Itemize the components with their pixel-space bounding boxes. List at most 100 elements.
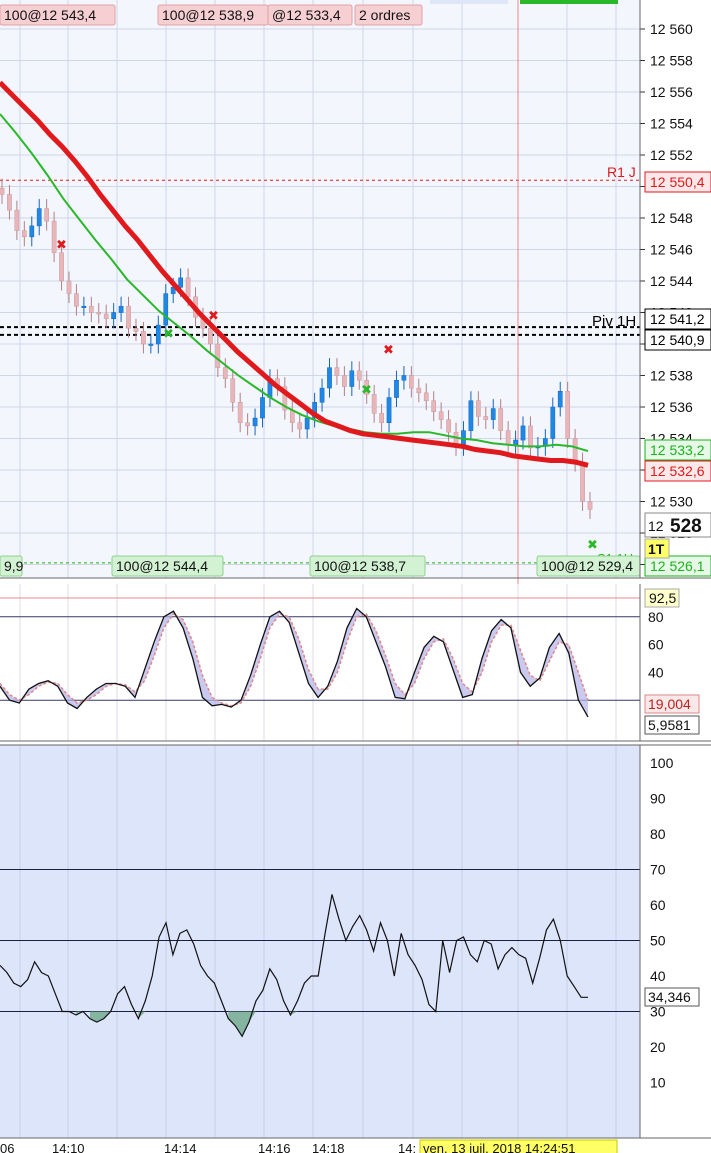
trade-signal-marker: ✖ [383,343,394,358]
price-tag-label: 12 533,2 [650,442,705,458]
candle [587,501,593,510]
candle [394,379,399,398]
candle [446,419,451,433]
candle [7,194,12,211]
candle [468,400,474,431]
rsi-tick-label: 40 [650,968,666,984]
candle [103,313,109,320]
candle [379,413,384,423]
candle [327,367,332,389]
rsi-tick-label: 60 [650,897,666,913]
rsi-tick-label: 50 [650,933,666,949]
order-label[interactable]: @12 533,4 [272,7,341,23]
candle [133,328,139,332]
top-edge-tab-green [520,0,618,4]
price-tick-label: 12 536 [650,399,693,415]
candle [66,280,72,294]
candle [0,187,5,195]
candle [36,208,42,227]
candle [96,312,102,315]
candle [222,367,228,379]
order-label[interactable]: 100@12 543,4 [4,7,96,23]
candle [118,305,124,313]
price-tick-label: 12 548 [650,210,693,226]
candle [155,324,161,345]
candle [289,409,295,423]
price-tag-label: 12 541,2 [650,311,705,327]
time-tick-label: 14:10 [52,1141,85,1153]
time-tick-label: 14:16 [258,1141,291,1153]
order-label[interactable]: 100@12 538,9 [162,7,254,23]
price-tick-label: 12 556 [650,84,693,100]
candle [304,417,310,430]
candle [208,328,213,345]
candle [401,375,407,381]
rsi-panel[interactable]: 10090807060504030201034,346 [0,744,711,1138]
candle [178,277,183,288]
price-tag-label: 12 550,4 [650,174,705,190]
current-price-prefix: 12 [648,518,664,534]
candle [505,430,511,446]
price-tag-label: 12 526,1 [650,558,705,574]
candle [81,305,87,308]
price-tick-label: 12 560 [650,21,693,37]
candle [476,400,481,417]
candle [356,370,362,381]
candle [334,367,340,376]
price-tick-label: 12 544 [650,273,693,289]
order-label[interactable]: 100@12 538,7 [314,558,406,574]
candle [29,225,35,238]
candle [319,387,325,403]
trade-signal-marker: ✖ [208,309,219,324]
candle [44,208,50,222]
candle [520,425,526,441]
time-axis: 06 14:10 14:14 14:16 14:18 14: ven. 13 juil. 2… [0,1137,711,1153]
stoch-tick-label: 60 [648,637,664,653]
candle [409,375,414,389]
time-tick-label: 14:18 [312,1141,345,1153]
candle [423,392,429,401]
order-label[interactable]: 100@12 529,4 [541,558,633,574]
timeframe-badge[interactable]: 1T [648,541,665,557]
order-label[interactable]: 2 ordres [359,7,410,23]
trade-signal-marker: ✖ [361,383,372,398]
candle [490,408,496,420]
candle [557,391,563,408]
rsi-tick-label: 90 [650,791,666,807]
price-tag-label: 12 540,9 [650,332,705,348]
candle [580,461,585,502]
candle [297,422,303,430]
candle [550,406,556,439]
candle [565,391,571,439]
candle [528,425,533,449]
candle [438,411,444,420]
candle [141,331,146,345]
stoch-tag-mid: 19,004 [648,696,691,712]
candle [572,438,578,463]
candle [252,417,258,427]
candle [260,397,265,419]
time-tick-label: 14:14 [164,1141,197,1153]
candle [215,343,221,368]
candle [386,397,392,423]
candle [245,422,250,427]
candle [371,394,377,414]
trading-chart[interactable]: 12 56012 55812 55612 55412 55212 55012 5… [0,0,711,1153]
price-tick-label: 12 538 [650,368,693,384]
candle [237,402,243,423]
order-label[interactable]: 9,9 [4,558,24,574]
candle [74,293,79,307]
stoch-tag-low: 5,9581 [648,717,691,733]
rsi-tag: 34,346 [648,989,691,1005]
rsi-tick-label: 80 [650,826,666,842]
candle [21,230,27,238]
stoch-tick-label: 40 [648,664,664,680]
candle [126,305,131,329]
candle [349,370,355,387]
order-label[interactable]: 100@12 544,4 [116,558,208,574]
time-tick-label: 06 [0,1141,14,1153]
candle [342,375,347,387]
rsi-tick-label: 10 [650,1075,666,1091]
stochastic-panel[interactable]: 8060402092,519,0045,9581 [0,584,711,742]
price-tick-label: 12 530 [650,494,693,510]
